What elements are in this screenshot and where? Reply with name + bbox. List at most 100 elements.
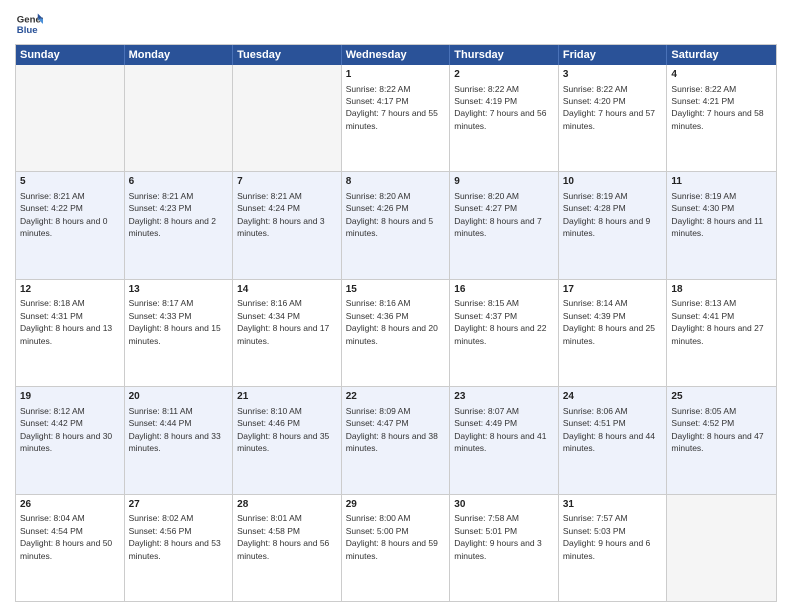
day-number: 23 xyxy=(454,390,554,404)
day-cell-20: 20 Sunrise: 8:11 AM Sunset: 4:44 PM Dayli… xyxy=(125,387,234,493)
day-cell-13: 13Sunrise: 8:17 AM Sunset: 4:33 PM Dayli… xyxy=(125,280,234,386)
day-number: 26 xyxy=(20,498,120,512)
calendar-row-0: 1 Sunrise: 8:22 AM Sunset: 4:17 PM Daylig… xyxy=(16,65,776,171)
header-day-monday: Monday xyxy=(125,45,234,65)
day-number: 16 xyxy=(454,283,554,297)
calendar-row-3: 19 Sunrise: 8:12 AM Sunset: 4:42 PM Dayli… xyxy=(16,386,776,493)
day-number: 19 xyxy=(20,390,120,404)
day-content: Sunrise: 8:20 AM Sunset: 4:26 PM Dayligh… xyxy=(346,191,433,238)
day-cell-11: 11 Sunrise: 8:19 AM Sunset: 4:30 PM Dayli… xyxy=(667,172,776,278)
day-content: Sunrise: 8:16 AM Sunset: 4:36 PM Dayligh… xyxy=(346,298,438,345)
day-content: Sunrise: 7:57 AM Sunset: 5:03 PM Dayligh… xyxy=(563,513,650,560)
day-content: Sunrise: 8:20 AM Sunset: 4:27 PM Dayligh… xyxy=(454,191,541,238)
day-number: 17 xyxy=(563,283,663,297)
day-content: Sunrise: 8:01 AM Sunset: 4:58 PM Dayligh… xyxy=(237,513,329,560)
empty-cell-4-6 xyxy=(667,495,776,601)
page: General Blue SundayMondayTuesdayWednesda… xyxy=(0,0,792,612)
day-number: 31 xyxy=(563,498,663,512)
day-content: Sunrise: 8:05 AM Sunset: 4:52 PM Dayligh… xyxy=(671,406,763,453)
day-cell-17: 17Sunrise: 8:14 AM Sunset: 4:39 PM Dayli… xyxy=(559,280,668,386)
day-cell-26: 26Sunrise: 8:04 AM Sunset: 4:54 PM Dayli… xyxy=(16,495,125,601)
day-content: Sunrise: 8:22 AM Sunset: 4:21 PM Dayligh… xyxy=(671,84,763,131)
calendar-row-1: 5Sunrise: 8:21 AM Sunset: 4:22 PM Daylig… xyxy=(16,171,776,278)
empty-cell-0-0 xyxy=(16,65,125,171)
day-cell-18: 18Sunrise: 8:13 AM Sunset: 4:41 PM Dayli… xyxy=(667,280,776,386)
day-content: Sunrise: 8:04 AM Sunset: 4:54 PM Dayligh… xyxy=(20,513,112,560)
day-content: Sunrise: 8:22 AM Sunset: 4:19 PM Dayligh… xyxy=(454,84,546,131)
day-cell-9: 9 Sunrise: 8:20 AM Sunset: 4:27 PM Daylig… xyxy=(450,172,559,278)
day-cell-23: 23 Sunrise: 8:07 AM Sunset: 4:49 PM Dayli… xyxy=(450,387,559,493)
empty-cell-0-2 xyxy=(233,65,342,171)
day-content: Sunrise: 8:02 AM Sunset: 4:56 PM Dayligh… xyxy=(129,513,221,560)
day-number: 6 xyxy=(129,175,229,189)
calendar-body: 1 Sunrise: 8:22 AM Sunset: 4:17 PM Daylig… xyxy=(16,65,776,601)
day-cell-16: 16Sunrise: 8:15 AM Sunset: 4:37 PM Dayli… xyxy=(450,280,559,386)
day-number: 22 xyxy=(346,390,446,404)
day-number: 11 xyxy=(671,175,772,189)
day-number: 3 xyxy=(563,68,663,82)
day-cell-27: 27Sunrise: 8:02 AM Sunset: 4:56 PM Dayli… xyxy=(125,495,234,601)
day-cell-6: 6 Sunrise: 8:21 AM Sunset: 4:23 PM Daylig… xyxy=(125,172,234,278)
day-content: Sunrise: 8:10 AM Sunset: 4:46 PM Dayligh… xyxy=(237,406,329,453)
day-content: Sunrise: 8:19 AM Sunset: 4:28 PM Dayligh… xyxy=(563,191,650,238)
day-number: 27 xyxy=(129,498,229,512)
day-cell-21: 21 Sunrise: 8:10 AM Sunset: 4:46 PM Dayli… xyxy=(233,387,342,493)
day-number: 9 xyxy=(454,175,554,189)
day-number: 4 xyxy=(671,68,772,82)
day-number: 20 xyxy=(129,390,229,404)
day-cell-2: 2Sunrise: 8:22 AM Sunset: 4:19 PM Daylig… xyxy=(450,65,559,171)
calendar-header: SundayMondayTuesdayWednesdayThursdayFrid… xyxy=(16,45,776,65)
calendar-row-4: 26Sunrise: 8:04 AM Sunset: 4:54 PM Dayli… xyxy=(16,494,776,601)
day-cell-19: 19 Sunrise: 8:12 AM Sunset: 4:42 PM Dayli… xyxy=(16,387,125,493)
day-content: Sunrise: 8:12 AM Sunset: 4:42 PM Dayligh… xyxy=(20,406,112,453)
day-number: 10 xyxy=(563,175,663,189)
day-content: Sunrise: 8:11 AM Sunset: 4:44 PM Dayligh… xyxy=(129,406,221,453)
day-content: Sunrise: 8:09 AM Sunset: 4:47 PM Dayligh… xyxy=(346,406,438,453)
header-day-thursday: Thursday xyxy=(450,45,559,65)
day-number: 12 xyxy=(20,283,120,297)
header-day-sunday: Sunday xyxy=(16,45,125,65)
day-cell-29: 29Sunrise: 8:00 AM Sunset: 5:00 PM Dayli… xyxy=(342,495,451,601)
day-cell-5: 5Sunrise: 8:21 AM Sunset: 4:22 PM Daylig… xyxy=(16,172,125,278)
day-content: Sunrise: 8:18 AM Sunset: 4:31 PM Dayligh… xyxy=(20,298,112,345)
day-cell-15: 15Sunrise: 8:16 AM Sunset: 4:36 PM Dayli… xyxy=(342,280,451,386)
day-content: Sunrise: 8:17 AM Sunset: 4:33 PM Dayligh… xyxy=(129,298,221,345)
day-number: 8 xyxy=(346,175,446,189)
day-content: Sunrise: 8:16 AM Sunset: 4:34 PM Dayligh… xyxy=(237,298,329,345)
calendar: SundayMondayTuesdayWednesdayThursdayFrid… xyxy=(15,44,777,602)
day-content: Sunrise: 8:07 AM Sunset: 4:49 PM Dayligh… xyxy=(454,406,546,453)
day-content: Sunrise: 8:14 AM Sunset: 4:39 PM Dayligh… xyxy=(563,298,655,345)
logo-icon: General Blue xyxy=(15,10,43,38)
day-cell-7: 7Sunrise: 8:21 AM Sunset: 4:24 PM Daylig… xyxy=(233,172,342,278)
day-content: Sunrise: 8:06 AM Sunset: 4:51 PM Dayligh… xyxy=(563,406,655,453)
day-content: Sunrise: 8:19 AM Sunset: 4:30 PM Dayligh… xyxy=(671,191,763,238)
day-content: Sunrise: 8:22 AM Sunset: 4:20 PM Dayligh… xyxy=(563,84,655,131)
day-number: 5 xyxy=(20,175,120,189)
day-number: 21 xyxy=(237,390,337,404)
day-cell-8: 8 Sunrise: 8:20 AM Sunset: 4:26 PM Daylig… xyxy=(342,172,451,278)
day-number: 24 xyxy=(563,390,663,404)
day-content: Sunrise: 8:21 AM Sunset: 4:24 PM Dayligh… xyxy=(237,191,324,238)
day-number: 30 xyxy=(454,498,554,512)
day-cell-14: 14Sunrise: 8:16 AM Sunset: 4:34 PM Dayli… xyxy=(233,280,342,386)
header: General Blue xyxy=(15,10,777,38)
logo: General Blue xyxy=(15,10,47,38)
day-cell-10: 10 Sunrise: 8:19 AM Sunset: 4:28 PM Dayli… xyxy=(559,172,668,278)
header-day-friday: Friday xyxy=(559,45,668,65)
day-content: Sunrise: 8:22 AM Sunset: 4:17 PM Dayligh… xyxy=(346,84,438,131)
day-cell-4: 4 Sunrise: 8:22 AM Sunset: 4:21 PM Daylig… xyxy=(667,65,776,171)
day-content: Sunrise: 8:13 AM Sunset: 4:41 PM Dayligh… xyxy=(671,298,763,345)
day-cell-1: 1 Sunrise: 8:22 AM Sunset: 4:17 PM Daylig… xyxy=(342,65,451,171)
day-content: Sunrise: 7:58 AM Sunset: 5:01 PM Dayligh… xyxy=(454,513,541,560)
day-number: 29 xyxy=(346,498,446,512)
day-number: 25 xyxy=(671,390,772,404)
header-day-saturday: Saturday xyxy=(667,45,776,65)
calendar-row-2: 12Sunrise: 8:18 AM Sunset: 4:31 PM Dayli… xyxy=(16,279,776,386)
day-number: 13 xyxy=(129,283,229,297)
day-content: Sunrise: 8:21 AM Sunset: 4:23 PM Dayligh… xyxy=(129,191,216,238)
day-content: Sunrise: 8:00 AM Sunset: 5:00 PM Dayligh… xyxy=(346,513,438,560)
header-day-tuesday: Tuesday xyxy=(233,45,342,65)
day-number: 15 xyxy=(346,283,446,297)
day-cell-12: 12Sunrise: 8:18 AM Sunset: 4:31 PM Dayli… xyxy=(16,280,125,386)
day-number: 1 xyxy=(346,68,446,82)
